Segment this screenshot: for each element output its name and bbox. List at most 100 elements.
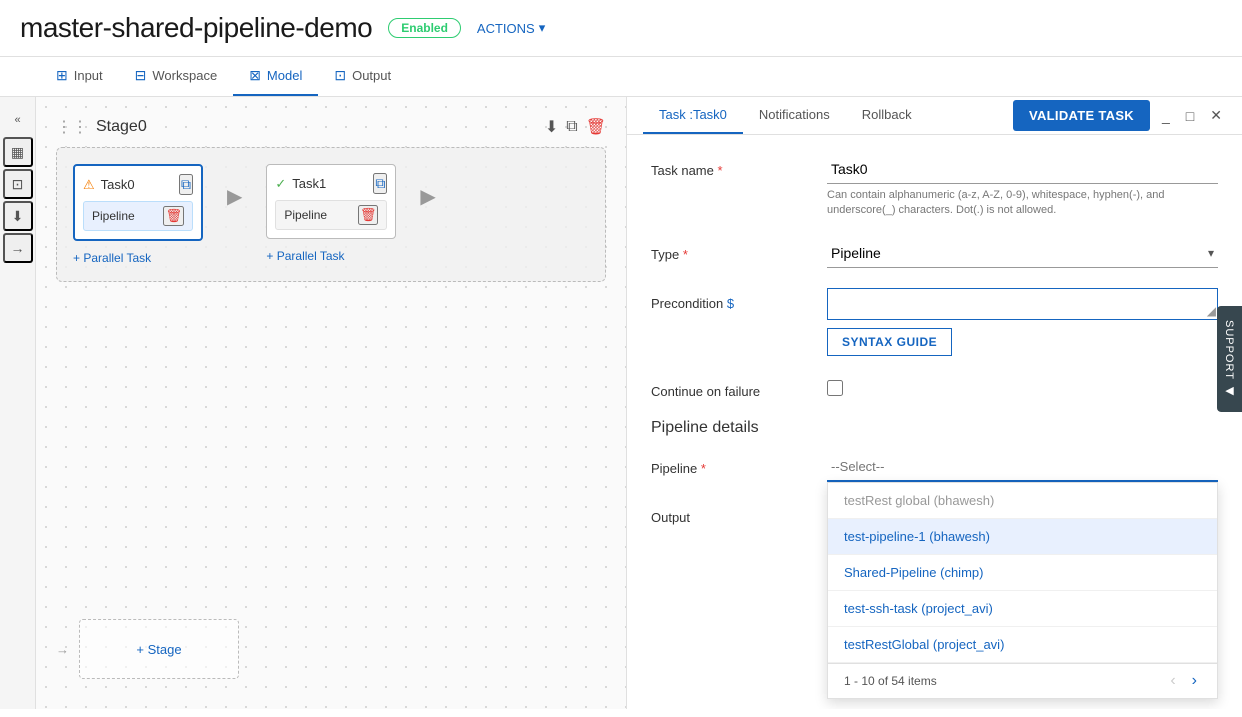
warning-icon: ⚠ [83,177,95,193]
stage-header: ⋮⋮ Stage0 ⬇ ⧉ 🗑 [56,117,606,137]
tab-model[interactable]: ⊠ Model [233,57,318,96]
add-stage-button[interactable]: + Stage [79,619,239,679]
stage-copy-button[interactable]: ⧉ [566,117,577,137]
pipeline-field: testRest global (bhawesh) test-pipeline-… [827,453,1218,482]
rpanel-tab-notifications[interactable]: Notifications [743,97,846,134]
task1-header: ✓ Task1 ⧉ [275,173,387,194]
right-panel-tabs: Task :Task0 Notifications Rollback VALID… [627,97,1242,135]
nav-tabs: ⊞ Input ⊟ Workspace ⊠ Model ⊡ Output [0,57,1242,97]
pagination-next-button[interactable]: › [1188,672,1201,690]
task0-card[interactable]: ⚠ Task0 ⧉ Pipeline 🗑 [73,164,203,241]
stage-body: ⚠ Task0 ⧉ Pipeline 🗑 + Parallel Task [56,147,606,282]
precondition-row: Precondition $ ◢ SYNTAX GUIDE [651,288,1218,356]
syntax-guide-button[interactable]: SYNTAX GUIDE [827,328,952,356]
dollar-icon: $ [727,296,734,311]
pipeline-details-title: Pipeline details [651,419,1218,437]
dropdown-item-2[interactable]: Shared-Pipeline (chimp) [828,555,1217,591]
type-select[interactable]: Pipeline [827,239,1218,268]
rpanel-tab-task[interactable]: Task :Task0 [643,97,743,134]
collapse-button[interactable]: « [3,105,33,135]
task1-group: ✓ Task1 ⧉ Pipeline 🗑 + Parallel Task [266,164,396,263]
person-icon[interactable]: ⊡ [3,169,33,199]
pipeline-row: Pipeline * testRest global (bhawesh) tes… [651,453,1218,482]
download-icon[interactable]: ⬇ [3,201,33,231]
continue-failure-label: Continue on failure [651,376,811,399]
parallel-task1-button[interactable]: + Parallel Task [266,249,396,263]
pagination-arrows: ‹ › [1166,672,1201,690]
page-title: master-shared-pipeline-demo [20,12,372,44]
model-icon: ⊠ [249,67,261,84]
pipeline-canvas: ⋮⋮ Stage0 ⬇ ⧉ 🗑 ⚠ Task0 ⧉ [36,97,626,709]
task0-copy-button[interactable]: ⧉ [179,174,193,195]
task0-group: ⚠ Task0 ⧉ Pipeline 🗑 + Parallel Task [73,164,203,265]
dropdown-item-0[interactable]: testRest global (bhawesh) [828,483,1217,519]
task0-name: Task0 [101,177,135,192]
continue-failure-checkbox[interactable] [827,380,843,396]
task0-header: ⚠ Task0 ⧉ [83,174,193,195]
input-icon: ⊞ [56,67,68,84]
task-name-hint: Can contain alphanumeric (a-z, A-Z, 0-9)… [827,188,1218,219]
add-stage-row: → + Stage [56,619,239,679]
connector-arrow2: ▶ [420,184,435,209]
pagination-text: 1 - 10 of 54 items [844,674,937,688]
task0-delete-button[interactable]: 🗑 [163,206,184,226]
pagination-bar: 1 - 10 of 54 items ‹ › [828,663,1217,698]
dropdown-item-4[interactable]: testRestGlobal (project_avi) [828,627,1217,663]
tab-output-label: Output [352,68,391,83]
stage-actions: ⬇ ⧉ 🗑 [545,117,606,137]
stage-delete-button[interactable]: 🗑 [586,117,606,137]
dropdown-item-1[interactable]: test-pipeline-1 (bhawesh) [828,519,1217,555]
task-name-field: Can contain alphanumeric (a-z, A-Z, 0-9)… [827,155,1218,219]
type-select-wrapper: Pipeline ▾ [827,239,1218,268]
grid-icon[interactable]: ▦ [3,137,33,167]
precondition-input[interactable] [827,288,1218,320]
actions-button[interactable]: ACTIONS ▾ [477,20,545,36]
parallel-task0-button[interactable]: + Parallel Task [73,251,203,265]
connector-arrow: ▶ [227,184,242,209]
resize-handle-icon: ◢ [1207,304,1216,318]
continue-failure-row: Continue on failure [651,376,1218,399]
dropdown-item-3[interactable]: test-ssh-task (project_avi) [828,591,1217,627]
success-icon: ✓ [275,176,286,192]
minimize-button[interactable]: _ [1158,104,1174,128]
tab-model-label: Model [267,68,302,83]
type-label: Type * [651,239,811,262]
panel-window-controls: VALIDATE TASK _ □ ✕ [1013,100,1226,131]
pipeline-dropdown: testRest global (bhawesh) test-pipeline-… [827,482,1218,699]
close-button[interactable]: ✕ [1206,103,1226,128]
support-label: SUPPORT [1223,319,1235,379]
validate-task-button[interactable]: VALIDATE TASK [1013,100,1150,131]
pipeline-select-input[interactable] [827,453,1218,482]
task-name-input[interactable] [827,155,1218,184]
workspace-icon: ⊟ [135,67,147,84]
tab-output[interactable]: ⊡ Output [318,57,407,96]
task1-delete-button[interactable]: 🗑 [358,205,379,225]
task-name-label: Task name * [651,155,811,178]
tab-input[interactable]: ⊞ Input [40,57,119,96]
stage-container: ⋮⋮ Stage0 ⬇ ⧉ 🗑 ⚠ Task0 ⧉ [56,117,606,282]
right-panel: Task :Task0 Notifications Rollback VALID… [626,97,1242,709]
drag-handle-icon[interactable]: ⋮⋮ [56,117,88,137]
type-row: Type * Pipeline ▾ [651,239,1218,268]
sidebar-icons: « ▦ ⊡ ⬇ → [0,97,36,709]
task1-body: Pipeline 🗑 [275,200,387,230]
output-icon: ⊡ [334,67,346,84]
tab-workspace[interactable]: ⊟ Workspace [119,57,234,96]
task1-card[interactable]: ✓ Task1 ⧉ Pipeline 🗑 [266,164,396,239]
arrow-right-icon[interactable]: → [3,233,33,263]
task1-name: Task1 [292,176,326,191]
type-field: Pipeline ▾ [827,239,1218,268]
restore-button[interactable]: □ [1182,104,1198,128]
support-tab[interactable]: SUPPORT ◀ [1217,305,1242,411]
tab-input-label: Input [74,68,103,83]
stage-name: Stage0 [96,118,147,136]
tab-workspace-label: Workspace [152,68,217,83]
task-name-row: Task name * Can contain alphanumeric (a-… [651,155,1218,219]
stage-download-button[interactable]: ⬇ [545,117,558,137]
rpanel-tab-rollback[interactable]: Rollback [846,97,928,134]
support-arrow-icon: ◀ [1223,384,1235,398]
precondition-label: Precondition $ [651,288,811,311]
task1-copy-button[interactable]: ⧉ [373,173,387,194]
right-panel-content: Task name * Can contain alphanumeric (a-… [627,135,1242,709]
pagination-prev-button[interactable]: ‹ [1166,672,1179,690]
